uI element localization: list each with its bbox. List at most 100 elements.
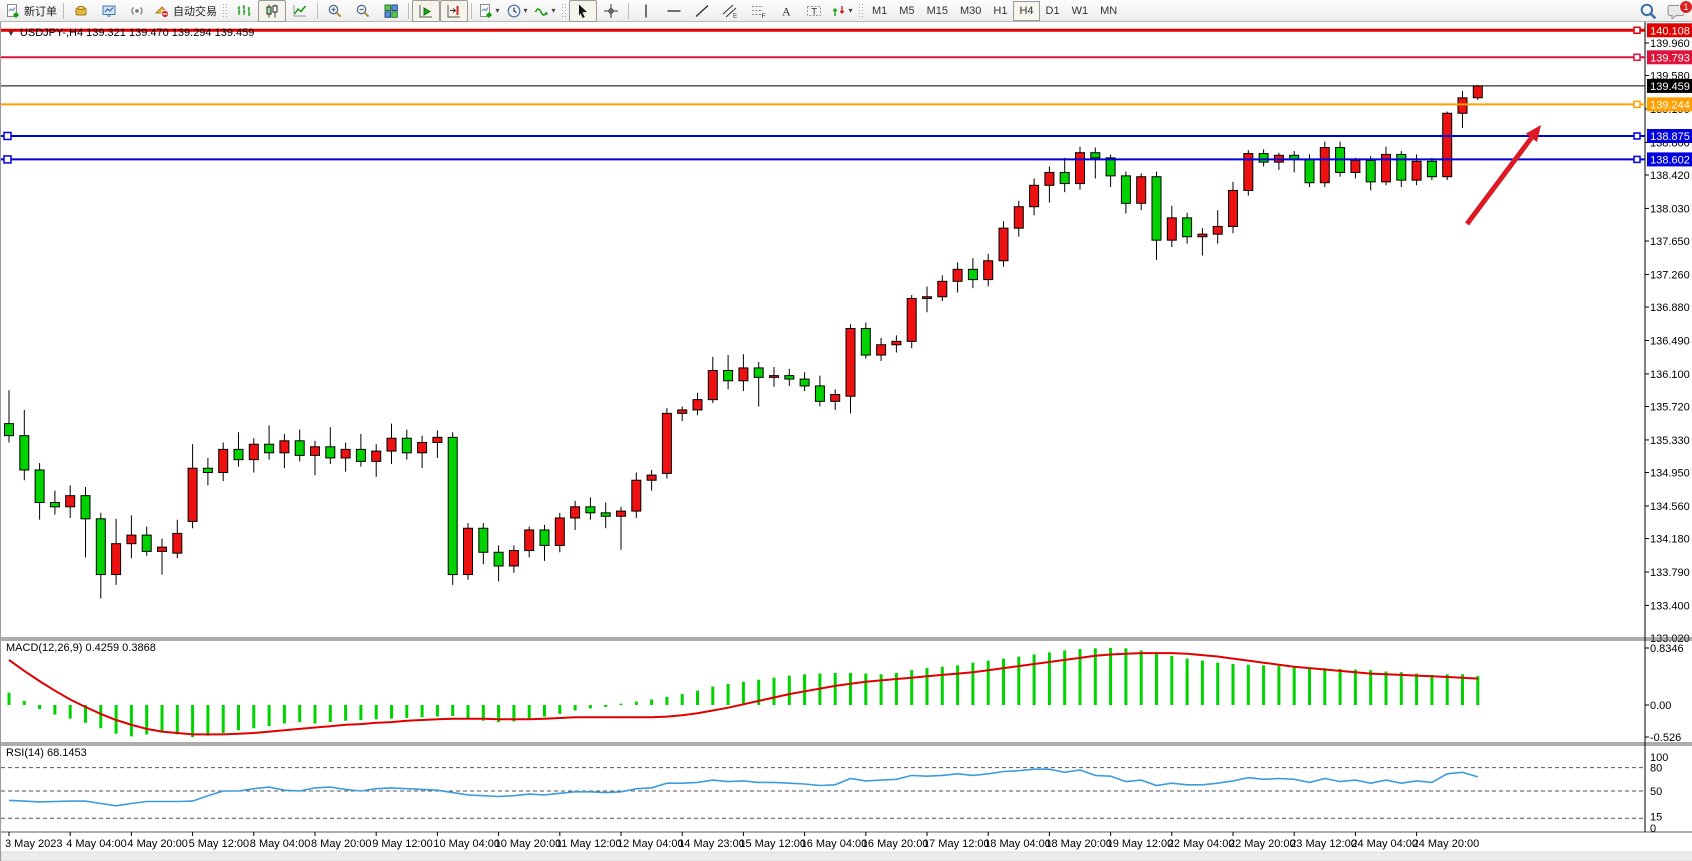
timeframe-M5-button[interactable]: M5: [893, 1, 920, 21]
line-anchor[interactable]: [4, 156, 11, 163]
price-tick-label: 134.180: [1650, 534, 1690, 546]
macd-histogram-bar: [405, 705, 408, 718]
candle-body: [1167, 218, 1176, 240]
toolbar-separator: [628, 3, 629, 19]
line-anchor[interactable]: [1634, 156, 1640, 162]
time-tick-label: 8 May 20:00: [311, 838, 372, 850]
fibonacci-button[interactable]: F: [744, 0, 772, 22]
candle-body: [188, 468, 197, 521]
candle-body: [800, 379, 809, 386]
text-label-button[interactable]: T: [800, 0, 828, 22]
line-anchor[interactable]: [1634, 133, 1640, 139]
text-button[interactable]: A: [772, 0, 800, 22]
trendline-icon: [694, 3, 710, 19]
toolbar-drag-handle[interactable]: [561, 3, 567, 19]
symbol-dropdown-icon[interactable]: ▼: [7, 29, 15, 38]
chart-title[interactable]: ▼ USDJPY-,H4 139.321 139.470 139.294 139…: [7, 27, 254, 39]
notifications-button[interactable]: 1: [1662, 0, 1690, 22]
candle-body: [678, 410, 687, 413]
dropdown-caret-icon[interactable]: ▾: [848, 6, 852, 15]
timeframe-MN-button[interactable]: MN: [1094, 1, 1123, 21]
time-tick-label: 15 May 12:00: [739, 838, 806, 850]
candle-body: [326, 447, 335, 458]
search-button[interactable]: [1634, 0, 1662, 22]
macd-histogram-bar: [344, 705, 347, 721]
new-chart-button[interactable]: ▾: [475, 0, 503, 22]
timeframe-H1-button[interactable]: H1: [987, 1, 1013, 21]
time-tick-label: 19 May 12:00: [1107, 838, 1174, 850]
candles-icon: [264, 3, 280, 19]
macd-histogram-bar: [1124, 648, 1127, 705]
zoom-out-button[interactable]: [349, 0, 377, 22]
new-order-button[interactable]: 新订单: [2, 0, 60, 22]
candle-body: [923, 297, 932, 299]
candle-body: [127, 535, 136, 544]
candle-body: [617, 511, 626, 516]
line-anchor[interactable]: [1634, 54, 1640, 60]
candle-body: [265, 444, 274, 453]
macd-histogram-bar: [298, 705, 301, 722]
auto-trading-button[interactable]: 自动交易: [151, 0, 220, 22]
line-anchor[interactable]: [1634, 101, 1640, 107]
timeframe-H4-button[interactable]: H4: [1013, 1, 1039, 21]
equidistant-channel-button[interactable]: E: [716, 0, 744, 22]
candle-body: [1366, 160, 1375, 181]
indicators-button[interactable]: ▾: [531, 0, 559, 22]
macd-histogram-bar: [1063, 650, 1066, 705]
line-anchor[interactable]: [4, 132, 11, 139]
timeframe-W1-button[interactable]: W1: [1066, 1, 1095, 21]
chart-shift-button[interactable]: [440, 0, 468, 22]
timeframe-M15-button[interactable]: M15: [921, 1, 954, 21]
candle-body: [984, 261, 993, 280]
macd-histogram-bar: [1033, 654, 1036, 705]
auto-scroll-button[interactable]: [412, 0, 440, 22]
macd-histogram-bar: [834, 673, 837, 705]
crosshair-button[interactable]: [597, 0, 625, 22]
timeframe-M1-button[interactable]: M1: [866, 1, 893, 21]
zoom-in-button[interactable]: [321, 0, 349, 22]
quotes-button[interactable]: [67, 0, 95, 22]
toolbar-drag-handle[interactable]: [222, 3, 228, 19]
dropdown-caret-icon[interactable]: ▾: [495, 6, 499, 15]
chart-bars-button[interactable]: [230, 0, 258, 22]
robot-icon: [154, 3, 170, 19]
candle-body: [479, 528, 488, 552]
candle-body: [1183, 218, 1192, 237]
macd-histogram-bar: [926, 668, 929, 705]
chart-candles-button[interactable]: [258, 0, 286, 22]
price-tick-label: 134.560: [1650, 501, 1690, 513]
market-charts-button[interactable]: [95, 0, 123, 22]
candle-body: [754, 368, 763, 377]
timeframe-M30-button[interactable]: M30: [954, 1, 987, 21]
arrows-shapes-button[interactable]: ▾: [828, 0, 856, 22]
tile-windows-button[interactable]: [377, 0, 405, 22]
price-tick-label: 137.260: [1650, 269, 1690, 281]
toolbar-drag-handle[interactable]: [858, 3, 864, 19]
macd-histogram-bar: [421, 705, 424, 717]
time-tick-label: 4 May 20:00: [127, 838, 188, 850]
candle-body: [1030, 185, 1039, 206]
price-tick-label: 138.420: [1650, 170, 1690, 182]
macd-histogram-bar: [635, 702, 638, 705]
chart-background: [1, 22, 1692, 861]
signals-button[interactable]: [123, 0, 151, 22]
trendline-button[interactable]: [688, 0, 716, 22]
periods-button[interactable]: ▾: [503, 0, 531, 22]
macd-histogram-bar: [451, 705, 454, 716]
timeframe-D1-button[interactable]: D1: [1040, 1, 1066, 21]
macd-histogram-bar: [574, 705, 577, 710]
line-anchor[interactable]: [1634, 27, 1640, 33]
chart-surface[interactable]: 139.960139.580139.190138.800138.420138.0…: [1, 22, 1692, 861]
gold-box-icon: [73, 3, 89, 19]
horizontal-line-button[interactable]: [660, 0, 688, 22]
svg-text:F: F: [762, 12, 766, 18]
candle-body: [846, 328, 855, 396]
dropdown-caret-icon[interactable]: ▾: [523, 6, 527, 15]
dropdown-caret-icon[interactable]: ▾: [551, 6, 555, 15]
cursor-button[interactable]: [569, 0, 597, 22]
text-a-icon: A: [778, 3, 794, 19]
search-icon: [1639, 2, 1657, 20]
vertical-line-button[interactable]: [632, 0, 660, 22]
chart-line-button[interactable]: [286, 0, 314, 22]
macd-histogram-bar: [1446, 674, 1449, 705]
